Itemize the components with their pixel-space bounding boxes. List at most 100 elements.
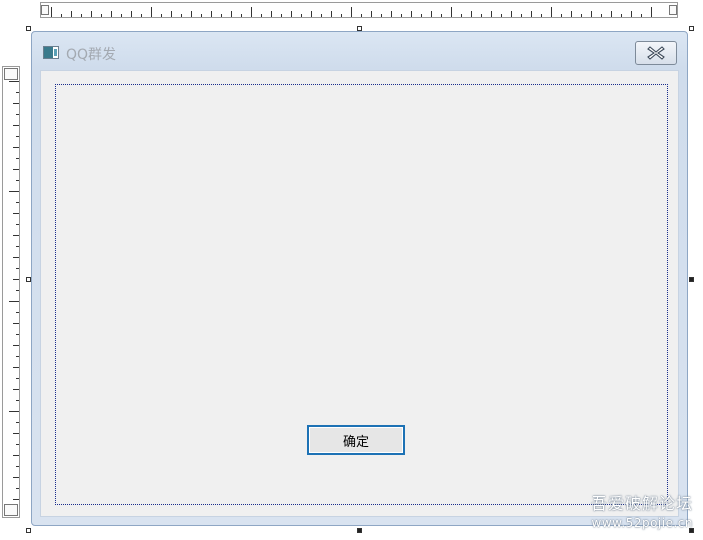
ruler-tick: [13, 433, 19, 434]
ruler-tick: [13, 389, 19, 390]
ruler-tick: [13, 103, 19, 104]
ruler-tick: [621, 14, 622, 17]
ruler-tick: [141, 14, 142, 17]
ruler-tick: [71, 11, 72, 17]
ruler-tick: [461, 14, 462, 17]
form-designer-canvas: QQ群发 确定 吾爱破解论坛 www.52pojie.cn: [0, 0, 703, 540]
ruler-tick: [261, 14, 262, 17]
ruler-tick: [16, 400, 19, 401]
ruler-tick: [16, 268, 19, 269]
ruler-tick: [16, 180, 19, 181]
close-button[interactable]: [635, 41, 677, 65]
ruler-tick: [16, 312, 19, 313]
ruler-tick: [13, 213, 19, 214]
ruler-tick: [221, 14, 222, 17]
ruler-tick: [411, 11, 412, 17]
ruler-tick: [13, 499, 19, 500]
ruler-tick: [561, 14, 562, 17]
ruler-tick: [151, 7, 152, 17]
ruler-tick: [401, 14, 402, 17]
layout-panel[interactable]: 确定: [55, 84, 668, 505]
ruler-ticks: [5, 81, 19, 500]
ruler-tick: [13, 169, 19, 170]
ruler-tick: [241, 14, 242, 17]
ruler-tick: [531, 11, 532, 17]
ruler-end-marker[interactable]: [669, 5, 677, 15]
ruler-tick: [13, 345, 19, 346]
resize-handle-top[interactable]: [357, 26, 362, 31]
ruler-tick: [351, 7, 352, 17]
ruler-tick: [9, 301, 19, 302]
ruler-tick: [13, 235, 19, 236]
ruler-tick: [16, 466, 19, 467]
resize-handle-bottom[interactable]: [357, 528, 362, 533]
ruler-tick: [171, 11, 172, 17]
ruler-tick: [581, 14, 582, 17]
resize-handle-right[interactable]: [689, 277, 694, 282]
ruler-tick: [111, 11, 112, 17]
ruler-end-marker[interactable]: [4, 504, 18, 516]
ruler-tick: [13, 455, 19, 456]
ruler-tick: [161, 14, 162, 17]
ruler-tick: [541, 14, 542, 17]
ruler-tick: [13, 257, 19, 258]
ruler-tick: [651, 7, 652, 17]
ruler-tick: [61, 14, 62, 17]
ruler-tick: [16, 422, 19, 423]
ruler-ticks: [51, 5, 669, 17]
ruler-tick: [481, 14, 482, 17]
ruler-tick: [91, 11, 92, 17]
ruler-tick: [181, 14, 182, 17]
ruler-tick: [511, 11, 512, 17]
ruler-tick: [521, 14, 522, 17]
ruler-tick: [371, 11, 372, 17]
ruler-tick: [421, 14, 422, 17]
ruler-tick: [191, 11, 192, 17]
ruler-tick: [16, 114, 19, 115]
resize-handle-bottom-left[interactable]: [26, 528, 31, 533]
ruler-tick: [13, 477, 19, 478]
ruler-tick: [16, 158, 19, 159]
resize-handle-top-right[interactable]: [689, 26, 694, 31]
window-title: QQ群发: [66, 47, 117, 63]
ruler-tick: [631, 11, 632, 17]
ruler-tick: [231, 11, 232, 17]
ruler-tick: [211, 11, 212, 17]
designer-window[interactable]: QQ群发 确定: [31, 31, 688, 526]
window-client-area[interactable]: 确定: [40, 70, 679, 517]
app-window-icon: [43, 46, 59, 59]
ruler-tick: [101, 14, 102, 17]
ruler-tick: [16, 334, 19, 335]
ruler-tick: [9, 191, 19, 192]
ok-button[interactable]: 确定: [307, 425, 405, 455]
resize-handle-left[interactable]: [26, 277, 31, 282]
vertical-ruler[interactable]: [2, 66, 20, 518]
ruler-tick: [251, 7, 252, 17]
ruler-tick: [16, 202, 19, 203]
ruler-tick: [601, 14, 602, 17]
ruler-tick: [121, 14, 122, 17]
ruler-tick: [13, 147, 19, 148]
ruler-tick: [441, 14, 442, 17]
ruler-tick: [321, 14, 322, 17]
ruler-tick: [311, 11, 312, 17]
ruler-tick: [16, 444, 19, 445]
ruler-tick: [551, 7, 552, 17]
ruler-tick: [13, 279, 19, 280]
watermark-url: www.52pojie.cn: [591, 516, 693, 530]
ruler-tick: [201, 14, 202, 17]
title-bar[interactable]: QQ群发: [32, 32, 687, 70]
ruler-tick: [501, 14, 502, 17]
horizontal-ruler[interactable]: [40, 2, 678, 18]
ruler-tick: [16, 224, 19, 225]
ruler-start-marker[interactable]: [41, 5, 49, 15]
ruler-tick: [281, 14, 282, 17]
ruler-tick: [16, 136, 19, 137]
ruler-start-marker[interactable]: [4, 68, 18, 80]
ruler-tick: [9, 411, 19, 412]
ruler-tick: [431, 11, 432, 17]
ruler-tick: [341, 14, 342, 17]
resize-handle-top-left[interactable]: [26, 26, 31, 31]
watermark-site-name: 吾爱破解论坛: [590, 494, 693, 513]
ruler-tick: [16, 290, 19, 291]
